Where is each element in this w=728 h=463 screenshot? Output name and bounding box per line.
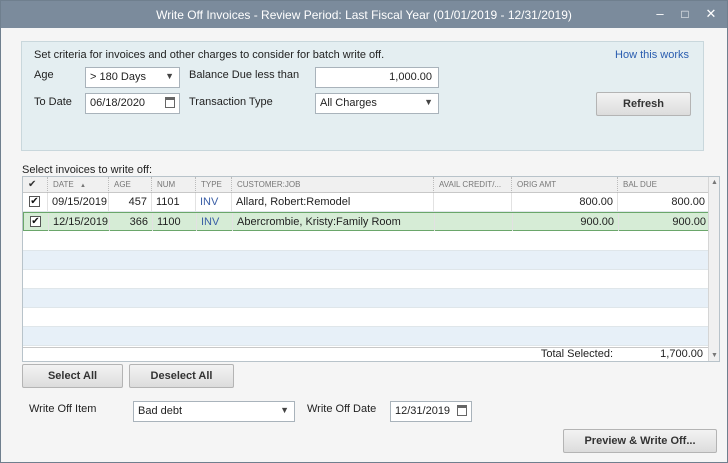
- select-all-button[interactable]: Select All: [22, 364, 123, 388]
- total-selected-row: Total Selected: 1,700.00: [23, 347, 709, 361]
- scroll-up-icon[interactable]: ▲: [710, 179, 719, 186]
- minimize-icon[interactable]: –: [652, 6, 668, 22]
- total-selected-label: Total Selected:: [540, 348, 613, 360]
- write-off-date-value: 12/31/2019: [395, 405, 451, 417]
- header-select-all-checkbox[interactable]: ✔: [23, 177, 47, 193]
- window-title: Write Off Invoices - Review Period: Last…: [156, 8, 572, 22]
- select-invoices-label: Select invoices to write off:: [22, 164, 153, 176]
- dialog-body: Set criteria for invoices and other char…: [2, 28, 726, 462]
- cell-date: 12/15/2019: [48, 213, 109, 231]
- empty-row: [23, 270, 709, 289]
- criteria-heading: Set criteria for invoices and other char…: [34, 49, 385, 61]
- write-off-date-label: Write Off Date: [307, 403, 377, 415]
- grid-scrollbar[interactable]: ▲ ▼: [708, 177, 719, 361]
- sort-ascending-icon: ▲: [79, 183, 86, 189]
- header-type[interactable]: TYPE: [195, 177, 231, 193]
- cell-date: 09/15/2019: [47, 193, 108, 211]
- scroll-down-icon[interactable]: ▼: [710, 352, 719, 359]
- close-icon[interactable]: ✕: [703, 6, 719, 22]
- cell-num: 1100: [152, 213, 196, 231]
- invoice-grid: ✔ DATE ▲ AGE NUM TYPE CUSTOMER:JOB AVAIL…: [22, 176, 720, 362]
- cell-customer-job: Allard, Robert:Remodel: [231, 193, 433, 211]
- to-date-value: 06/18/2020: [90, 97, 146, 109]
- table-row[interactable]: ✔ 12/15/2019 366 1100 INV Abercrombie, K…: [23, 212, 709, 231]
- chevron-down-icon: ▼: [165, 71, 174, 81]
- transaction-type-value: All Charges: [320, 97, 377, 109]
- cell-num: 1101: [151, 193, 195, 211]
- calendar-icon[interactable]: [457, 405, 467, 416]
- header-orig-amt[interactable]: ORIG AMT: [511, 177, 617, 193]
- empty-row: [23, 289, 709, 308]
- preview-write-off-button[interactable]: Preview & Write Off...: [563, 429, 717, 453]
- cell-age: 366: [109, 213, 152, 231]
- cell-type: INV: [196, 213, 232, 231]
- cell-age: 457: [108, 193, 151, 211]
- write-off-date-field[interactable]: 12/31/2019: [390, 401, 472, 422]
- criteria-panel: Set criteria for invoices and other char…: [21, 41, 704, 151]
- header-customer-job[interactable]: CUSTOMER:JOB: [231, 177, 433, 193]
- transaction-type-select[interactable]: All Charges ▼: [315, 93, 439, 114]
- age-label: Age: [34, 69, 54, 81]
- transaction-type-label: Transaction Type: [189, 96, 273, 108]
- header-date[interactable]: DATE ▲: [47, 177, 108, 193]
- cell-orig-amt: 800.00: [511, 193, 617, 211]
- row-select-cell: ✔: [23, 193, 47, 211]
- how-this-works-link[interactable]: How this works: [615, 49, 689, 61]
- header-date-label: DATE: [53, 180, 74, 189]
- chevron-down-icon: ▼: [424, 97, 433, 107]
- row-select-cell: ✔: [24, 213, 48, 231]
- grid-header: ✔ DATE ▲ AGE NUM TYPE CUSTOMER:JOB AVAIL…: [23, 177, 709, 193]
- cell-avail-credit: [433, 193, 511, 211]
- maximize-icon[interactable]: □: [677, 6, 693, 22]
- write-off-item-label: Write Off Item: [29, 403, 97, 415]
- header-avail-credit[interactable]: AVAIL CREDIT/...: [433, 177, 511, 193]
- empty-row: [23, 251, 709, 270]
- row-checkbox[interactable]: ✔: [30, 216, 41, 227]
- deselect-all-button[interactable]: Deselect All: [129, 364, 234, 388]
- write-off-item-select[interactable]: Bad debt ▼: [133, 401, 295, 422]
- cell-avail-credit: [434, 213, 512, 231]
- empty-row: [23, 327, 709, 346]
- refresh-button[interactable]: Refresh: [596, 92, 691, 116]
- header-bal-due[interactable]: BAL DUE: [617, 177, 709, 193]
- cell-customer-job: Abercrombie, Kristy:Family Room: [232, 213, 434, 231]
- balance-due-field[interactable]: 1,000.00: [315, 67, 439, 88]
- balance-due-label: Balance Due less than: [189, 69, 300, 81]
- empty-row: [23, 232, 709, 251]
- total-selected-value: 1,700.00: [660, 348, 703, 360]
- write-off-item-value: Bad debt: [138, 405, 183, 417]
- title-bar: Write Off Invoices - Review Period: Last…: [1, 1, 727, 28]
- cell-orig-amt: 900.00: [512, 213, 618, 231]
- cell-type: INV: [195, 193, 231, 211]
- empty-row: [23, 308, 709, 327]
- write-off-invoices-window: Write Off Invoices - Review Period: Last…: [0, 0, 728, 463]
- cell-bal-due: 900.00: [618, 213, 710, 231]
- to-date-field[interactable]: 06/18/2020: [85, 93, 180, 114]
- age-select[interactable]: > 180 Days ▼: [85, 67, 180, 88]
- header-age[interactable]: AGE: [108, 177, 151, 193]
- header-num[interactable]: NUM: [151, 177, 195, 193]
- row-checkbox[interactable]: ✔: [29, 196, 40, 207]
- age-value: > 180 Days: [90, 71, 146, 83]
- calendar-icon[interactable]: [165, 97, 175, 108]
- table-row[interactable]: ✔ 09/15/2019 457 1101 INV Allard, Robert…: [23, 193, 709, 212]
- to-date-label: To Date: [34, 96, 72, 108]
- cell-bal-due: 800.00: [617, 193, 709, 211]
- chevron-down-icon: ▼: [280, 405, 289, 415]
